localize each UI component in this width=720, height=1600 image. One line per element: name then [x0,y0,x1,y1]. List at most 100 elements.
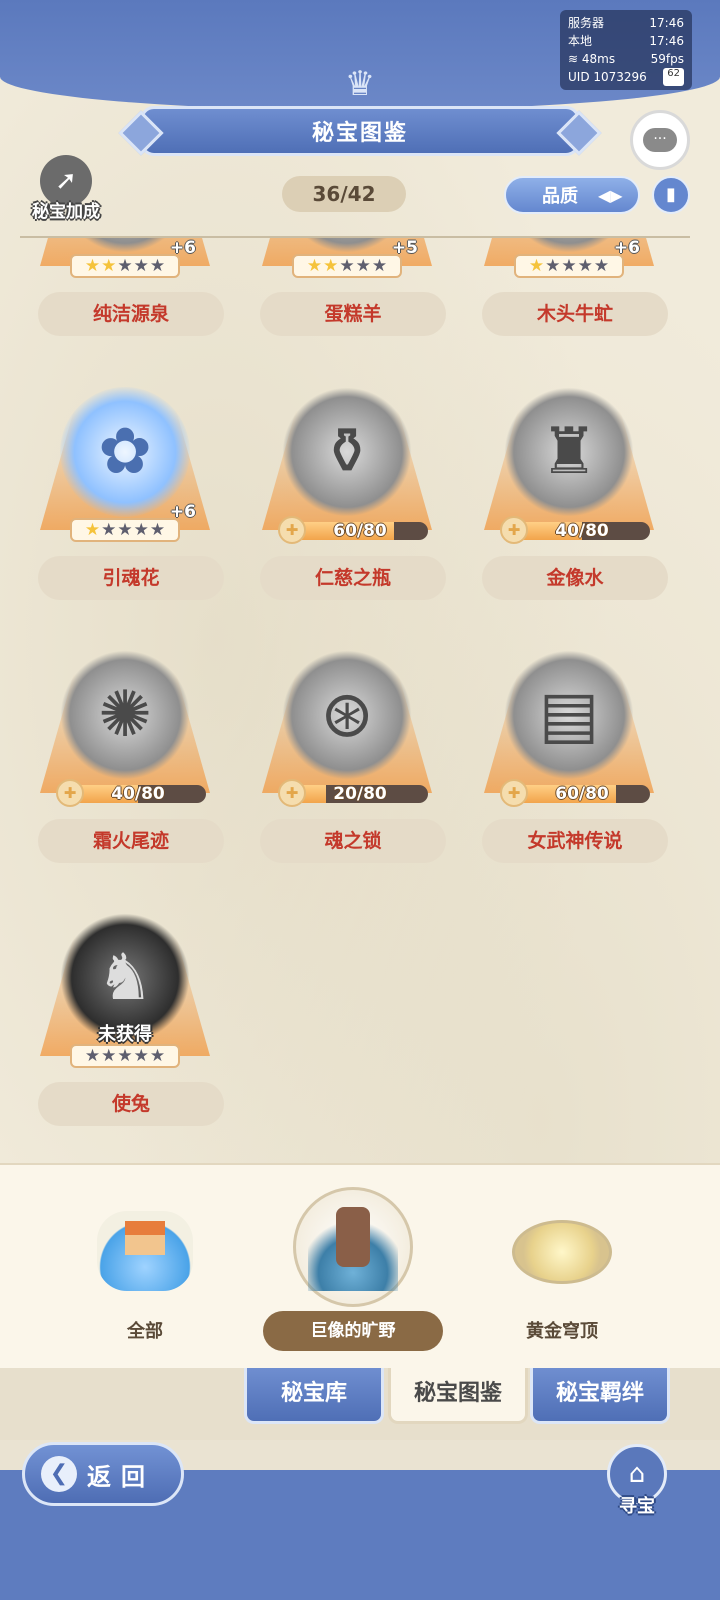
book-button[interactable]: ▮ [652,176,690,214]
golden-dome-icon [512,1220,612,1284]
treasure-name: 木头牛虻 [482,292,668,336]
star-icon: ★ [149,1046,166,1066]
star-icon: ★ [117,256,133,276]
fragment-progress: ✚ 60/80 [278,516,432,544]
treasure-name: 使兔 [38,1082,224,1126]
region-label: 巨像的旷野 [263,1311,443,1351]
star-rating: ★ ★ ★ ★ ★ [70,1044,180,1068]
treasure-hunt-button[interactable]: ⌂ 寻宝 [604,1444,670,1526]
tab-treasure-vault[interactable]: 秘宝库 [244,1368,384,1424]
star-icon: ★ [101,256,117,276]
back-label: 返回 [87,1462,155,1491]
star-icon: ★ [133,520,149,540]
tab-treasure-codex[interactable]: 秘宝图鉴 [388,1368,528,1424]
battery-icon: 62 [663,68,684,86]
star-icon: ★ [149,256,166,276]
treasure-card[interactable]: ✦+6★★★★★木头牛虻 [474,238,668,348]
tab-bar: 秘宝库 秘宝图鉴 秘宝羁绊 [0,1368,720,1440]
puzzle-piece-icon: ✚ [278,516,306,544]
star-icon: ★ [355,256,371,276]
fragment-progress: ✚ 20/80 [278,779,432,807]
wifi-icon: ≋ [568,52,582,66]
region-golden-dome[interactable]: 黄金穹顶 [462,1165,662,1370]
star-icon: ★ [528,256,545,276]
puzzle-piece-icon: ✚ [278,779,306,807]
treasure-hunt-label: 寻宝 [619,1496,655,1517]
sort-quality-button[interactable]: 品质 ◀▶ [504,176,640,214]
soul-flower-icon: ✿ [60,387,190,517]
treasure-bonus-label: 秘宝加成 [32,202,100,222]
star-icon: ★ [306,256,323,276]
frostfire-trail-icon: ✺ [60,650,190,780]
star-icon: ★ [593,256,610,276]
treasure-card[interactable]: ✺ ✚ 40/80 霜火尾迹 [30,615,224,875]
region-all[interactable]: 全部 [45,1165,245,1370]
treasure-name: 霜火尾迹 [38,819,224,863]
treasure-name: 女武神传说 [482,819,668,863]
progress-text: 60/80 [333,521,387,541]
page-title: 秘宝图鉴 [140,106,580,156]
star-rating: ★ ★ ★ ★ ★ [292,254,402,278]
unobtained-label: 未获得 [98,1024,152,1045]
treasure-card[interactable]: ◉+6★★★★★纯洁源泉 [30,238,224,348]
star-rating: ★ ★ ★ ★ ★ [70,518,180,542]
ping-value: ≋ 48ms [568,52,616,66]
star-icon: ★ [84,256,101,276]
puzzle-piece-icon: ✚ [500,516,528,544]
star-icon: ★ [577,256,593,276]
star-icon: ★ [339,256,355,276]
star-icon: ★ [84,1046,101,1066]
region-label: 全部 [127,1321,163,1342]
uid-value: UID 1073296 [568,70,647,84]
region-label: 黄金穹顶 [526,1321,598,1342]
puzzle-piece-icon: ✚ [56,779,84,807]
soul-lock-icon: ⊛ [282,650,412,780]
star-icon: ★ [149,520,166,540]
local-label: 本地 [568,34,593,48]
star-icon: ★ [101,520,117,540]
treasure-card[interactable]: ⊛ ✚ 20/80 魂之锁 [252,615,446,875]
chat-button[interactable]: ··· [630,110,690,170]
fps-value: 59fps [650,52,684,66]
collection-counter: 36/42 [282,176,406,212]
star-icon: ★ [117,520,133,540]
star-rating: ★ ★ ★ ★ ★ [70,254,180,278]
treasure-card[interactable]: ⚱ ✚ 60/80 仁慈之瓶 [252,352,446,612]
island-house-icon [97,1211,193,1291]
treasure-name: 纯洁源泉 [38,292,224,336]
treasure-card[interactable]: ❀+5★★★★★蛋糕羊 [252,238,446,348]
treasure-card[interactable]: ▤ ✚ 60/80 女武神传说 [474,615,668,875]
back-button[interactable]: ❮ 返回 [22,1442,184,1506]
treasure-name: 蛋糕羊 [260,292,446,336]
star-icon: ★ [545,256,561,276]
fragment-progress: ✚ 60/80 [500,779,654,807]
up-down-arrows-icon: ◀▶ [598,185,623,205]
treasure-name: 引魂花 [38,556,224,600]
treasure-name: 魂之锁 [260,819,446,863]
treasure-card[interactable]: ♞ 未获得 ★ ★ ★ ★ ★ 使兔 [30,878,224,1138]
tab-treasure-bonds[interactable]: 秘宝羁绊 [530,1368,670,1424]
mercy-bottle-icon: ⚱ [282,387,412,517]
star-icon: ★ [133,256,149,276]
chat-bubbles-icon: ··· [643,128,677,152]
treasure-grid: ◉+6★★★★★纯洁源泉❀+5★★★★★蛋糕羊✦+6★★★★★木头牛虻✿+6★★… [0,238,720,1163]
valkyrie-book-icon: ▤ [504,650,634,780]
progress-text: 40/80 [555,521,609,541]
star-icon: ★ [101,1046,117,1066]
treasure-name: 仁慈之瓶 [260,556,446,600]
treasure-bonus-button[interactable]: ➚ 秘宝加成 [18,155,114,225]
server-time: 17:46 [649,16,684,30]
treasure-card[interactable]: ♜ ✚ 40/80 金像水 [474,352,668,612]
server-label: 服务器 [568,16,605,30]
crown-ornament-icon: ♛ [344,64,376,104]
back-arrow-icon: ❮ [41,1456,77,1492]
region-colossus-wilds[interactable]: 巨像的旷野 [253,1165,453,1370]
treasure-card[interactable]: ✿ +6 ★ ★ ★ ★ ★ 引魂花 [30,352,224,612]
fragment-progress: ✚ 40/80 [500,516,654,544]
star-icon: ★ [133,1046,149,1066]
progress-text: 20/80 [333,784,387,804]
fragment-progress: ✚ 40/80 [56,779,210,807]
status-overlay: 服务器 17:46 本地 17:46 ≋ 48ms 59fps UID 1073296… [560,10,692,90]
local-time: 17:46 [649,34,684,48]
star-icon: ★ [117,1046,133,1066]
